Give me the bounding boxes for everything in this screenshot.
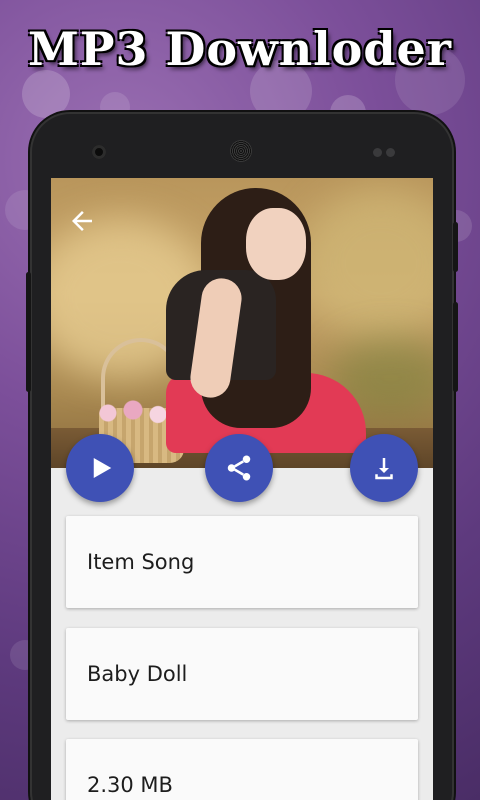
phone-side-button: [26, 272, 31, 392]
song-title-card: Baby Doll: [66, 628, 418, 720]
phone-side-button: [453, 302, 458, 392]
phone-side-button: [453, 222, 458, 272]
play-icon: [93, 458, 112, 478]
song-title-text: Baby Doll: [87, 662, 188, 686]
song-category-card: Item Song: [66, 516, 418, 608]
file-size-card: 2.30 MB: [66, 739, 418, 800]
proximity-sensor: [373, 148, 382, 157]
earpiece-speaker: [230, 140, 252, 162]
arrow-left-icon[interactable]: [67, 206, 97, 236]
promo-title: MP3 Downloder: [28, 22, 452, 76]
file-size-text: 2.30 MB: [87, 773, 173, 797]
play-button[interactable]: [66, 434, 134, 502]
song-cover-image: [51, 178, 433, 468]
cover-figure-face: [246, 208, 306, 280]
download-button[interactable]: [350, 434, 418, 502]
share-button[interactable]: [205, 434, 273, 502]
app-screen: Item Song Baby Doll 2.30 MB: [51, 178, 433, 800]
song-category-text: Item Song: [87, 550, 195, 574]
download-icon: [375, 458, 393, 480]
background-bokeh: [22, 70, 70, 118]
cover-glow: [301, 188, 433, 338]
proximity-sensor: [386, 148, 395, 157]
share-icon: [227, 455, 251, 481]
front-camera: [92, 145, 106, 159]
